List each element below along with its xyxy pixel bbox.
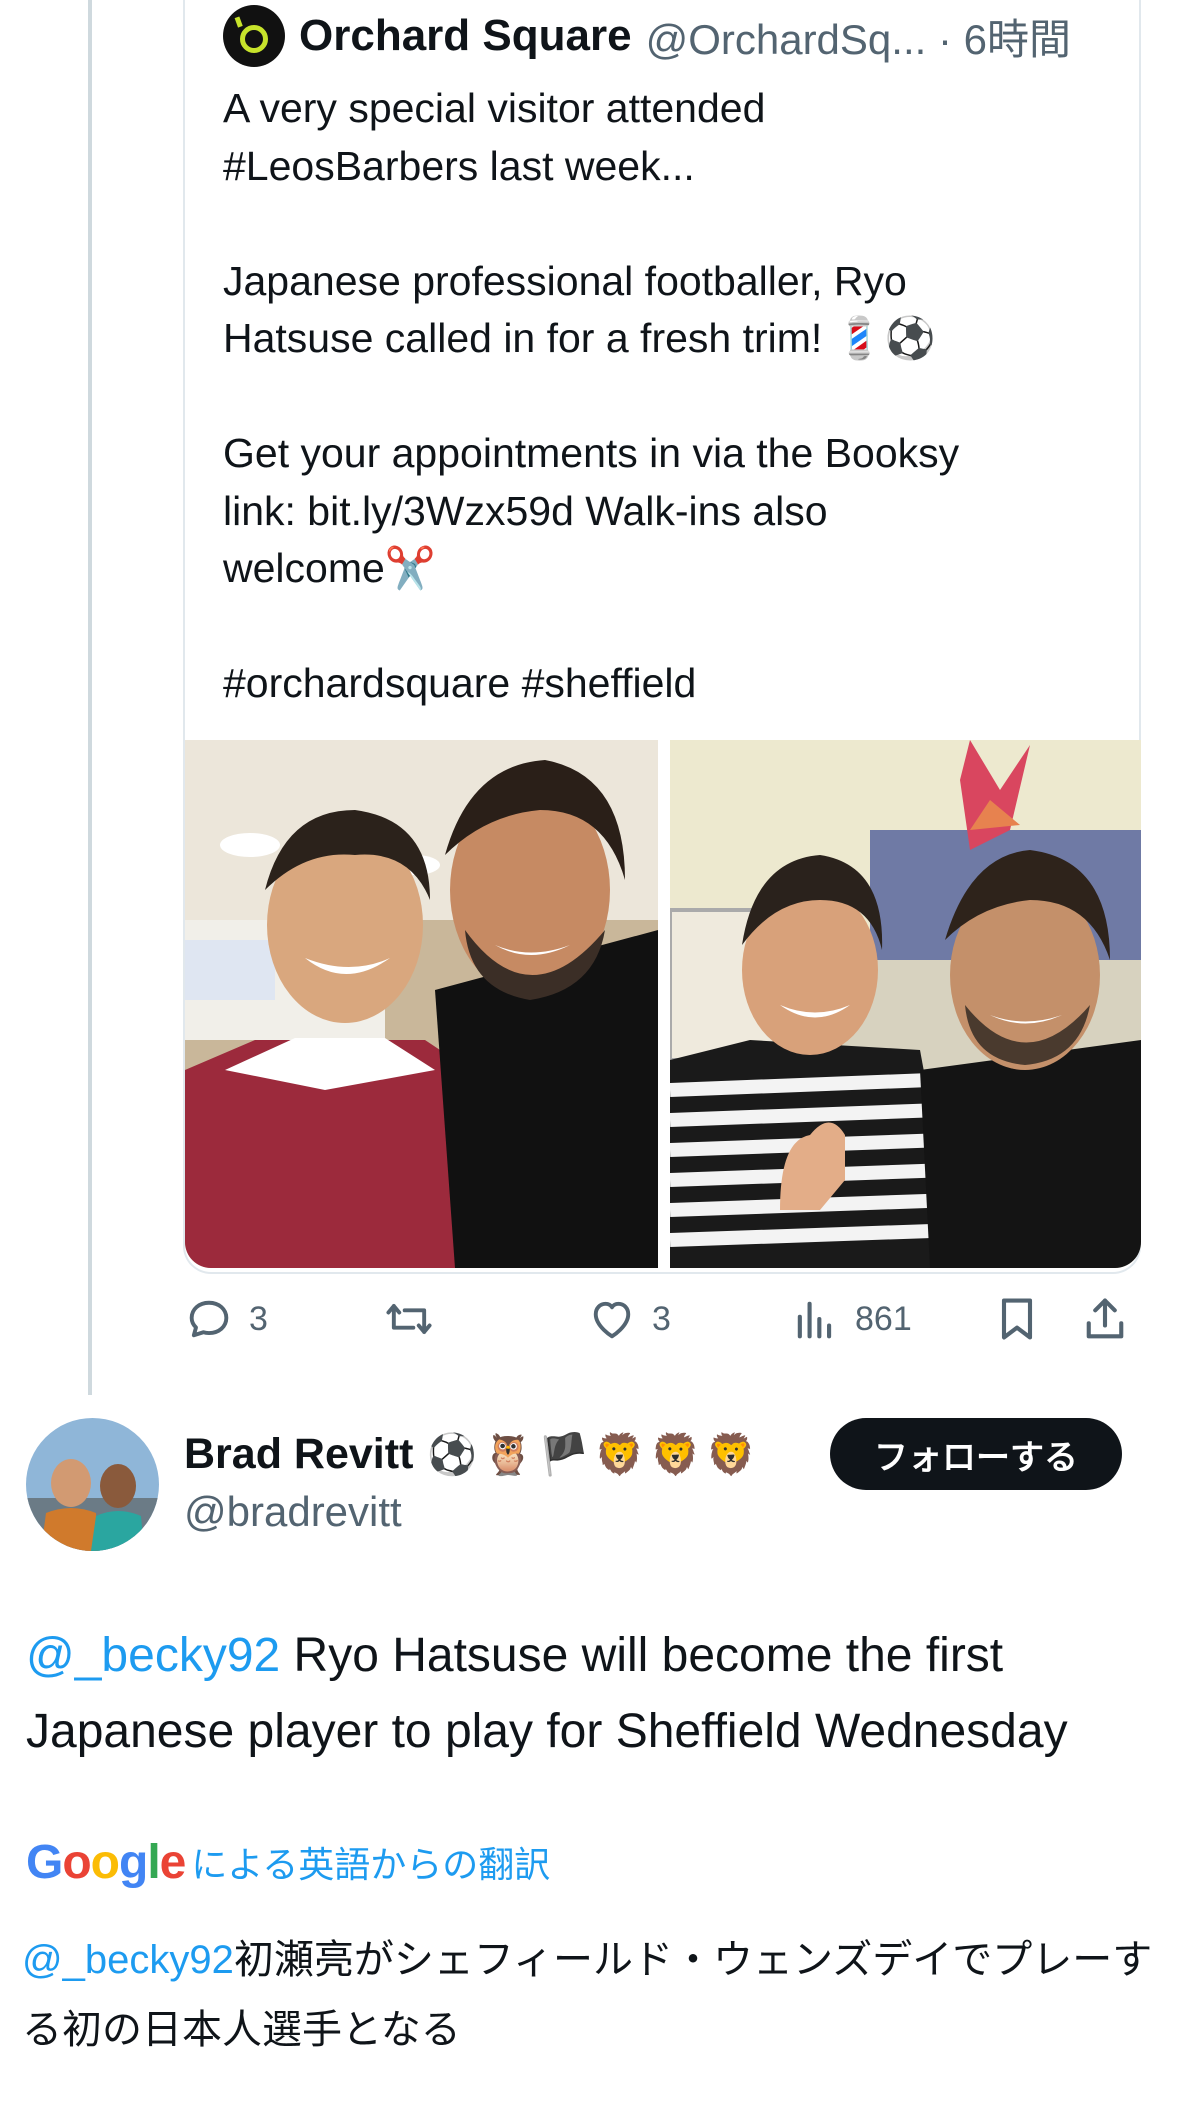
retweet-action[interactable] (383, 1293, 449, 1345)
reply-author-name-row[interactable]: Brad Revitt ⚽🦉🏴🦁🦁🦁 (184, 1430, 762, 1479)
bookmark-action[interactable] (991, 1293, 1057, 1345)
quoted-tweet-text: A very special visitor attended #LeosBar… (223, 85, 960, 706)
tweet-photo-2[interactable] (670, 740, 1141, 1268)
translated-mention-link[interactable]: @_becky92 (22, 1938, 234, 1982)
mention-link[interactable]: @_becky92 (26, 1629, 280, 1682)
tweet-actions: 3 3 861 (183, 1285, 1141, 1355)
google-logo-letter: e (159, 1835, 187, 1889)
reply-count: 3 (249, 1299, 268, 1338)
translated-text: @_becky92初瀬亮がシェフィールド・ウェンズデイでプレーする初の日本人選手… (22, 1925, 1162, 2065)
reply-author-handle[interactable]: @bradrevitt (184, 1488, 402, 1536)
google-logo-letter: G (26, 1835, 63, 1889)
like-count: 3 (652, 1299, 671, 1338)
google-logo-letter: o (90, 1835, 120, 1889)
translation-label: による英語からの翻訳 (191, 1844, 551, 1885)
reply-tweet-text: @_becky92 Ryo Hatsuse will become the fi… (26, 1618, 1156, 1770)
brad-revitt-avatar[interactable] (26, 1418, 159, 1551)
reply-icon (189, 1300, 229, 1338)
like-action[interactable]: 3 (586, 1293, 671, 1345)
bookmark-icon (1001, 1298, 1033, 1340)
orchard-square-avatar[interactable] (223, 5, 285, 67)
google-logo-letter: o (62, 1835, 91, 1889)
google-logo: Google (26, 1835, 187, 1890)
tweet-photo-1[interactable] (185, 740, 658, 1268)
share-icon (1086, 1298, 1124, 1339)
quoted-tweet-card[interactable]: Orchard Square @OrchardSq... · 6時間 A ver… (183, 0, 1141, 1274)
heart-icon (593, 1301, 631, 1339)
google-logo-letter: l (147, 1835, 160, 1889)
view-count: 861 (855, 1299, 912, 1338)
reply-author-row: Brad Revitt ⚽🦉🏴🦁🦁🦁 @bradrevitt フォローする (26, 1418, 1156, 1558)
translation-attribution[interactable]: Google による英語からの翻訳 (26, 1832, 550, 1892)
quoted-tweet-header: Orchard Square @OrchardSq... · 6時間 (223, 4, 1071, 68)
quoted-author-name[interactable]: Orchard Square (299, 11, 632, 61)
views-icon (797, 1301, 832, 1339)
retweet-icon (386, 1304, 432, 1334)
follow-button[interactable]: フォローする (830, 1418, 1122, 1490)
share-action[interactable] (1079, 1293, 1145, 1345)
views-action[interactable]: 861 (789, 1293, 912, 1345)
reply-action[interactable]: 3 (183, 1293, 268, 1345)
google-logo-letter: g (119, 1835, 148, 1889)
thread-line (88, 0, 92, 1395)
reply-author-name[interactable]: Brad Revitt (184, 1430, 413, 1479)
name-emojis: ⚽🦉🏴🦁🦁🦁 (427, 1433, 763, 1477)
quoted-author-handle-time: @OrchardSq... · 6時間 (645, 15, 1071, 63)
